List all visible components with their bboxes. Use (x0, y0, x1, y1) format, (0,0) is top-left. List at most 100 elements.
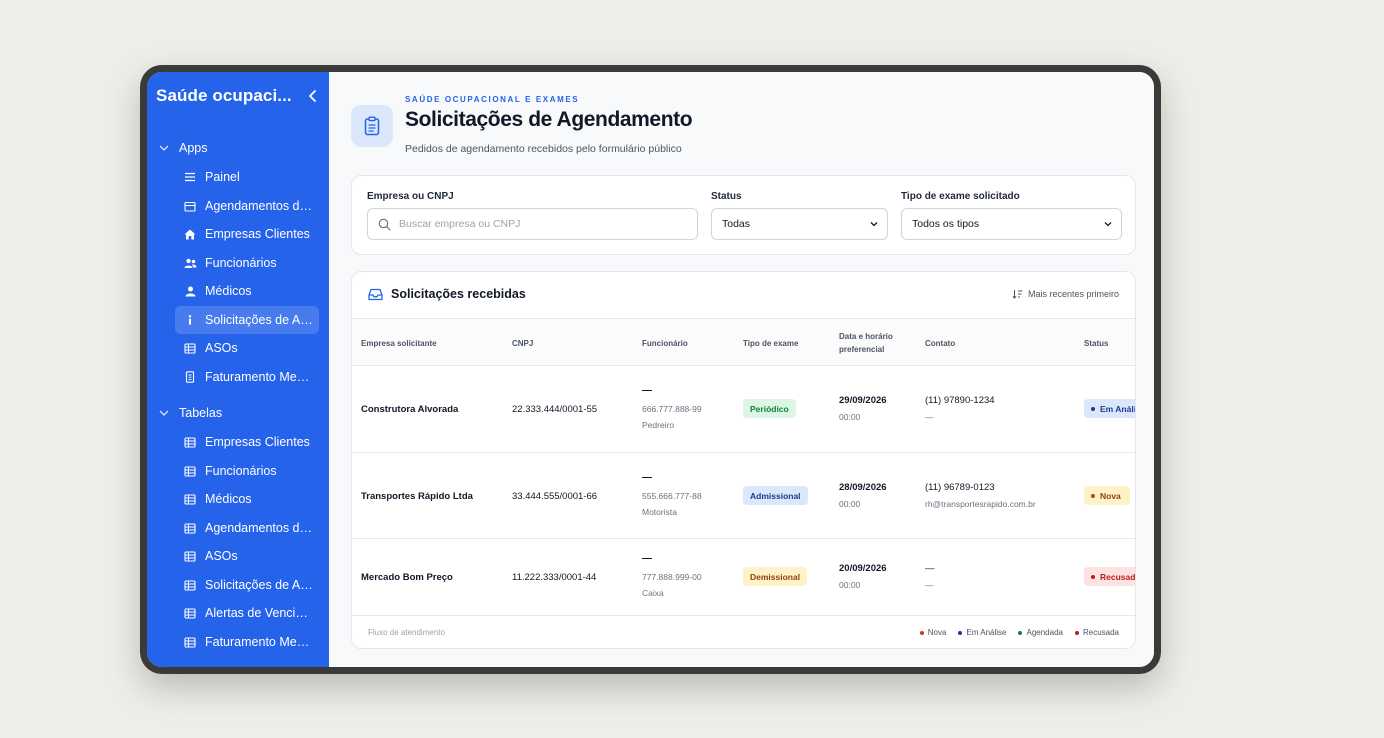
email-cell: — (925, 412, 934, 422)
file-icon (183, 370, 197, 384)
chevron-down-icon (159, 145, 169, 151)
employee-name-cell: — (642, 385, 652, 396)
column-header: Funcionário (642, 338, 688, 348)
app-title: Saúde ocupaci... (156, 86, 292, 105)
date-cell: 20/09/2026 (839, 563, 887, 574)
cnpj-cell: 22.333.444/0001-55 (512, 404, 598, 415)
sidebar-item-agendamentos[interactable]: Agendamentos de... (175, 192, 319, 220)
sidebar-item-medicos[interactable]: Médicos (175, 277, 319, 305)
sidebar-item-label: Médicos (205, 284, 252, 298)
status-legend: Nova Em Análise Agendada Recusada (919, 628, 1119, 637)
chevron-down-icon (159, 410, 169, 416)
device-frame: Saúde ocupaci... Apps Painel Agendamento… (140, 65, 1161, 674)
email-cell: rh@transportesrapido.com.br (925, 499, 1036, 509)
sidebar-item-label: Empresas Clientes (205, 227, 310, 241)
sidebar-item-label: Alertas de Vencim... (205, 606, 313, 620)
table-row[interactable]: Transportes Rápido Ltda 33.444.555/0001-… (352, 453, 1135, 539)
sidebar-item-asos[interactable]: ASOs (175, 334, 319, 362)
employee-cpf-cell: 666.777.888-99 (642, 404, 702, 414)
sidebar-item-solicitacoes[interactable]: Solicitações de Ag... (175, 306, 319, 334)
sidebar-item-tabela-funcionarios[interactable]: Funcionários (175, 457, 319, 485)
time-cell: 00:00 (839, 580, 861, 590)
sidebar-item-label: Faturamento Men... (205, 370, 313, 384)
employee-role-cell: Motorista (642, 507, 677, 517)
status-dot (1091, 406, 1095, 411)
sidebar-item-label: Empresas Clientes (205, 435, 310, 449)
company-filter-label: Empresa ou CNPJ (367, 191, 454, 202)
sidebar-item-tabela-solicitacoes[interactable]: Solicitações de Ag... (175, 571, 319, 599)
phone-cell: (11) 96789-0123 (925, 482, 995, 493)
company-cell: Construtora Alvorada (361, 404, 459, 415)
sort-icon (1012, 290, 1023, 299)
sidebar-group-apps[interactable]: Apps (159, 138, 208, 158)
company-cell: Mercado Bom Preço (361, 572, 453, 583)
table-icon (183, 578, 197, 592)
sidebar-item-label: Funcionários (205, 464, 277, 478)
requests-card-title: Solicitações recebidas (368, 287, 526, 301)
sidebar-item-funcionarios[interactable]: Funcionários (175, 249, 319, 277)
sidebar-group-label: Tabelas (179, 406, 223, 420)
legend-label: Agendada (1026, 628, 1063, 637)
search-icon (378, 218, 391, 231)
exam-select-value: Todos os tipos (912, 218, 980, 230)
table-icon (183, 435, 197, 449)
home-icon (183, 227, 197, 241)
company-search-input[interactable]: Buscar empresa ou CNPJ (367, 208, 698, 240)
company-cell: Transportes Rápido Ltda (361, 491, 473, 502)
sidebar-group-tabelas[interactable]: Tabelas (159, 403, 222, 423)
table-row[interactable]: Construtora Alvorada 22.333.444/0001-55 … (352, 366, 1135, 453)
sidebar-item-label: Agendamentos de... (205, 521, 313, 535)
status-select[interactable]: Todas (711, 208, 888, 240)
status-select-value: Todas (722, 218, 751, 230)
sort-label: Mais recentes primeiro (1027, 289, 1119, 299)
exam-type-badge: Demissional (743, 567, 808, 586)
sidebar-item-tabela-alertas[interactable]: Alertas de Vencim... (175, 599, 319, 627)
exam-type-badge: Admissional (743, 486, 808, 505)
cnpj-cell: 11.222.333/0001-44 (512, 572, 597, 583)
collapse-sidebar-button[interactable] (304, 87, 322, 105)
time-cell: 00:00 (839, 412, 861, 422)
chevron-down-icon (870, 222, 878, 227)
legend-label: Recusada (1082, 628, 1119, 637)
status-badge: Em Análise (1084, 399, 1135, 418)
sidebar-item-tabela-faturamento[interactable]: Faturamento Men... (175, 628, 319, 656)
column-header: Status (1084, 338, 1109, 348)
sidebar-item-faturamento[interactable]: Faturamento Men... (175, 363, 319, 391)
sort-button[interactable]: Mais recentes primeiro (1012, 289, 1119, 299)
sidebar: Saúde ocupaci... Apps Painel Agendamento… (147, 72, 329, 667)
sidebar-item-painel[interactable]: Painel (175, 163, 319, 191)
inbox-icon (368, 288, 383, 300)
exam-type-select[interactable]: Todos os tipos (901, 208, 1122, 240)
legend-dot (958, 630, 963, 635)
legend-dot (1018, 630, 1023, 635)
status-badge: Nova (1084, 486, 1130, 505)
time-cell: 00:00 (839, 499, 861, 509)
column-header: Tipo de exame (743, 338, 799, 348)
legend-item-recusada: Recusada (1074, 628, 1119, 637)
sidebar-item-tabela-empresas[interactable]: Empresas Clientes (175, 428, 319, 456)
legend-item-nova: Nova (919, 628, 946, 637)
page-title: Solicitações de Agendamento (405, 108, 693, 131)
table-row[interactable]: Mercado Bom Preço 11.222.333/0001-44 — 7… (352, 539, 1135, 616)
employee-cpf-cell: 777.888.999-00 (642, 572, 702, 582)
footer-label: Fluxo de atendimento (368, 628, 445, 637)
sidebar-item-label: Solicitações de Ag... (205, 578, 313, 592)
page-subtitle: Pedidos de agendamento recebidos pelo fo… (405, 143, 682, 155)
sidebar-item-empresas-clientes[interactable]: Empresas Clientes (175, 220, 319, 248)
sidebar-item-label: Funcionários (205, 256, 277, 270)
sidebar-item-label: Painel (205, 170, 240, 184)
employee-role-cell: Caixa (642, 588, 664, 598)
sidebar-item-label: Médicos (205, 492, 252, 506)
legend-label: Em Análise (966, 628, 1007, 637)
sidebar-item-tabela-medicos[interactable]: Médicos (175, 485, 319, 513)
sidebar-header: Saúde ocupaci... (156, 84, 322, 108)
main-content: SAÚDE OCUPACIONAL E EXAMES Solicitações … (329, 72, 1154, 667)
sidebar-item-tabela-asos[interactable]: ASOs (175, 542, 319, 570)
chevron-down-icon (1104, 222, 1112, 227)
phone-cell: (11) 97890-1234 (925, 395, 995, 406)
sidebar-group-label: Apps (179, 141, 208, 155)
requests-title-text: Solicitações recebidas (391, 287, 526, 301)
legend-item-em-analise: Em Análise (958, 628, 1006, 637)
sidebar-item-tabela-agendamentos[interactable]: Agendamentos de... (175, 514, 319, 542)
table-icon (183, 464, 197, 478)
